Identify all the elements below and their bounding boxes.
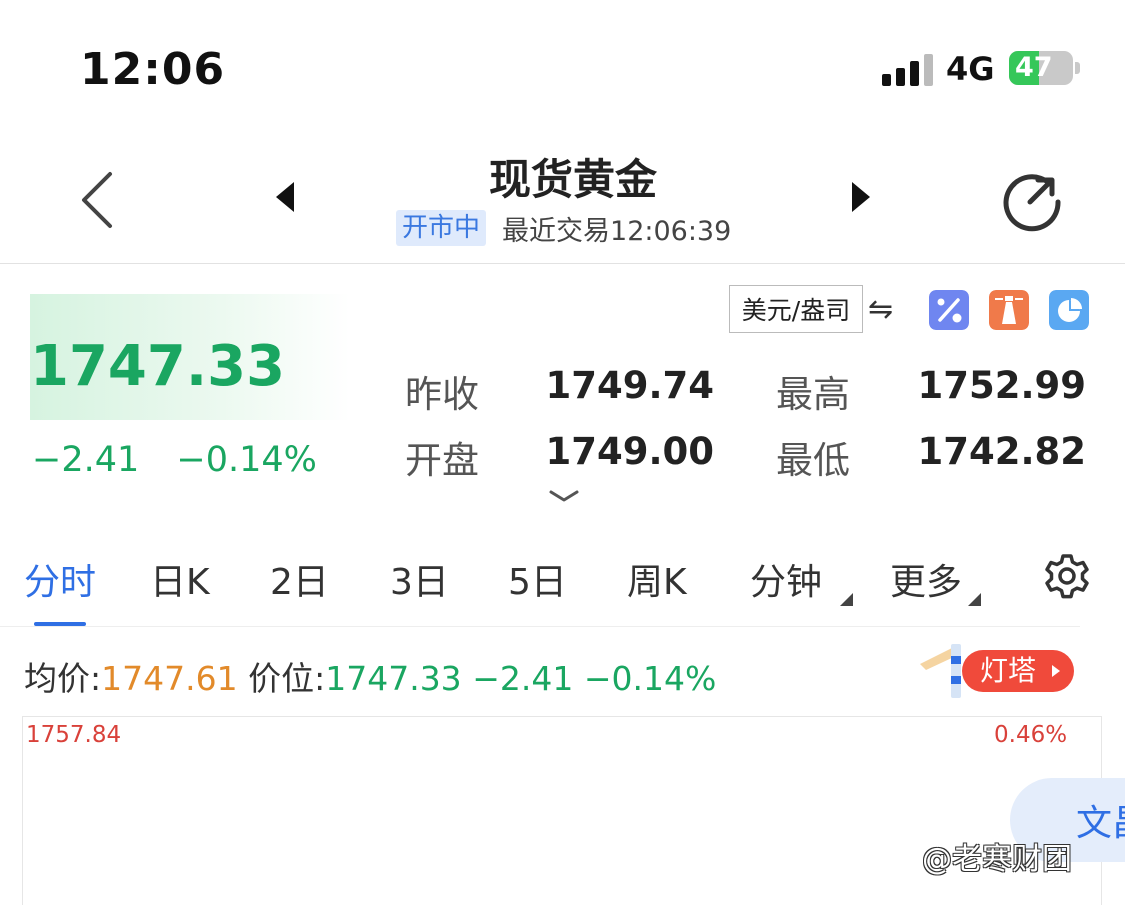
- price-info-row: 均价:1747.61 价位:1747.33 −2.41 −0.14%: [24, 652, 716, 700]
- refresh-icon[interactable]: [1000, 168, 1064, 232]
- page-title: 现货黄金: [488, 155, 657, 204]
- lighthouse-icon[interactable]: [989, 290, 1029, 330]
- info-change: −2.41: [472, 659, 574, 698]
- stat-label-low: 最低: [776, 439, 850, 482]
- battery-icon: 47: [1009, 51, 1073, 85]
- tab-2-day[interactable]: 2日: [270, 553, 329, 605]
- stat-label-high: 最高: [776, 373, 850, 416]
- stat-label-open: 开盘: [405, 439, 479, 482]
- current-price: 1747.33: [30, 334, 286, 399]
- tab-more[interactable]: 更多: [890, 553, 962, 605]
- pie-chart-icon[interactable]: [1049, 290, 1089, 330]
- info-change-percent: −0.14%: [583, 659, 717, 698]
- watermark: @老寒财团: [922, 842, 1072, 877]
- chart-y-max: 1757.84: [26, 722, 122, 748]
- market-subtitle: 开市中 最近交易12:06:39: [396, 210, 732, 247]
- chart-pct-max: 0.46%: [994, 722, 1068, 748]
- minute-dropdown-icon: [840, 593, 853, 606]
- price-change: −2.41 −0.14%: [32, 440, 317, 480]
- network-label: 4G: [946, 50, 995, 88]
- tab-intraday[interactable]: 分时: [24, 553, 96, 605]
- tab-daily-k[interactable]: 日K: [150, 553, 210, 605]
- market-status-badge: 开市中: [396, 210, 487, 246]
- beacon-label: 灯塔: [962, 650, 1074, 692]
- avg-price-value: 1747.61: [101, 659, 238, 698]
- signal-icon: [882, 52, 934, 86]
- level-label: 价位:: [248, 659, 326, 698]
- nav-header: 现货黄金 开市中 最近交易12:06:39: [0, 130, 1125, 264]
- gear-icon[interactable]: [1044, 553, 1090, 599]
- more-dropdown-icon: [968, 593, 981, 606]
- tab-minute[interactable]: 分钟: [750, 553, 822, 605]
- change-value: −2.41: [32, 440, 140, 480]
- stat-label-prev-close: 昨收: [405, 373, 479, 416]
- percent-icon[interactable]: [929, 290, 969, 330]
- avg-price-label: 均价:: [24, 659, 102, 698]
- chevron-down-icon[interactable]: [548, 488, 580, 504]
- tab-weekly-k[interactable]: 周K: [627, 553, 687, 605]
- last-trade-time: 最近交易12:06:39: [502, 215, 732, 247]
- period-tabs: 分时 日K 2日 3日 5日 周K 分钟 更多: [0, 540, 1125, 628]
- change-percent: −0.14%: [176, 440, 317, 480]
- tab-5-day[interactable]: 5日: [508, 553, 567, 605]
- stat-value-open: 1749.00: [545, 430, 714, 473]
- tab-3-day[interactable]: 3日: [390, 553, 449, 605]
- floating-button-label: 文昌: [1076, 803, 1125, 844]
- status-bar: 12:06 4G 47: [0, 0, 1125, 130]
- unit-selector[interactable]: 美元/盎司: [729, 285, 863, 333]
- battery-tip: [1075, 62, 1080, 74]
- beacon-lighthouse-icon: [920, 644, 961, 698]
- battery-level: 47: [1015, 52, 1053, 83]
- beacon-button[interactable]: 灯塔: [920, 640, 1080, 702]
- stat-value-high: 1752.99: [917, 364, 1086, 407]
- stat-value-prev-close: 1749.74: [545, 364, 714, 407]
- stat-value-low: 1742.82: [917, 430, 1086, 473]
- triangle-right-icon[interactable]: [850, 180, 872, 214]
- level-value: 1747.33: [325, 659, 462, 698]
- swap-icon[interactable]: ⇋: [868, 292, 893, 327]
- tabs-divider: [0, 626, 1080, 627]
- status-time: 12:06: [80, 44, 226, 95]
